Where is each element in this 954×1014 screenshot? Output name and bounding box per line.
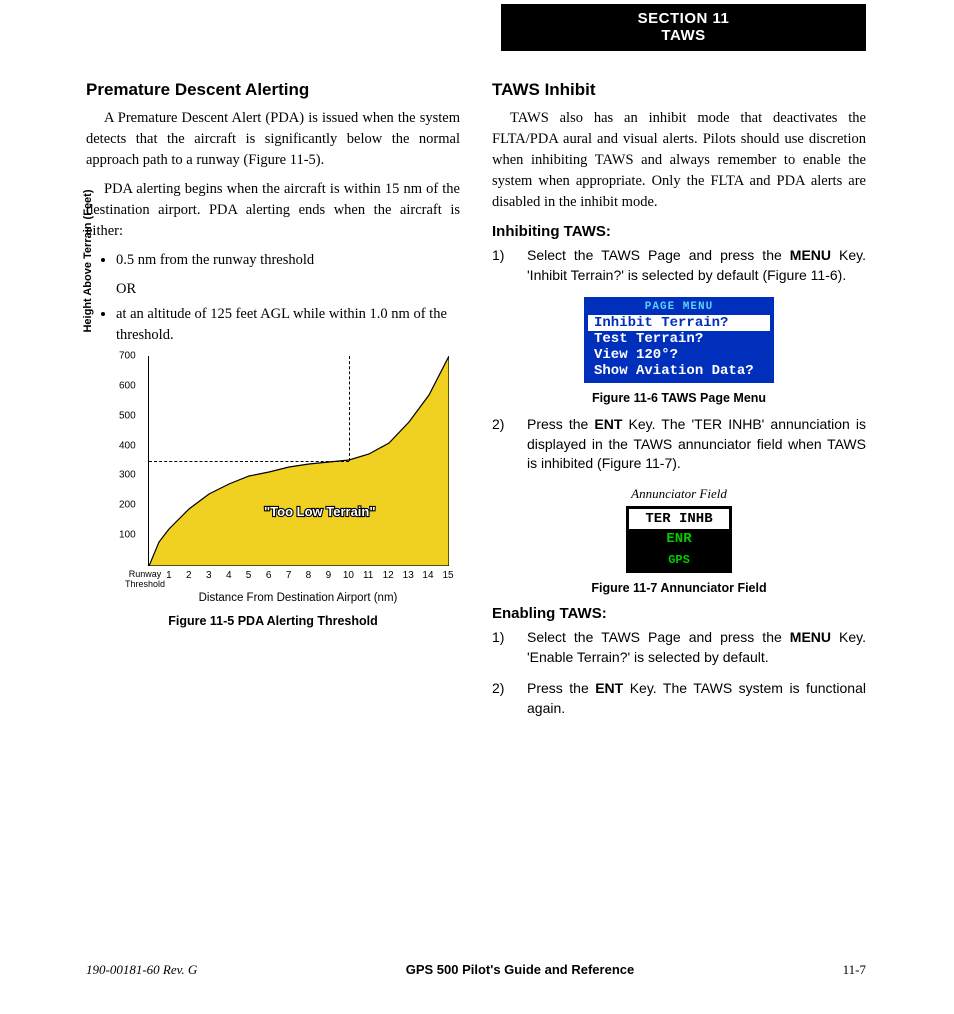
menu-item-test: Test Terrain? [588, 331, 770, 347]
menu-item-view: View 120°? [588, 347, 770, 363]
inhibit-step-2: 2) Press the ENT Key. The 'TER INHB' ann… [492, 415, 866, 474]
inhibit-steps: 1) Select the TAWS Page and press the ME… [492, 246, 866, 285]
heading-inhibit: TAWS Inhibit [492, 80, 866, 100]
section-title: TAWS [501, 27, 866, 44]
annunciator-box: TER INHB ENR GPS [626, 506, 732, 573]
footer-doc-id: 190-00181-60 Rev. G [86, 962, 197, 978]
inhibit-para: TAWS also has an inhibit mode that deact… [492, 108, 866, 213]
or-text: OR [116, 281, 460, 298]
annun-gps: GPS [629, 549, 729, 570]
chart-ylabel: Height Above Terrain (Feet) [82, 161, 94, 361]
inhibit-step-1: 1) Select the TAWS Page and press the ME… [492, 246, 866, 285]
heading-inhibiting: Inhibiting TAWS: [492, 223, 866, 240]
section-number: SECTION 11 [501, 10, 866, 27]
menu-title: PAGE MENU [588, 301, 770, 315]
pda-para-1: A Premature Descent Alert (PDA) is issue… [86, 108, 460, 171]
section-header: SECTION 11 TAWS [501, 4, 866, 51]
inhibit-steps-2: 2) Press the ENT Key. The 'TER INHB' ann… [492, 415, 866, 474]
bullet-1: 0.5 nm from the runway threshold [116, 250, 460, 271]
annunciator-label: Annunciator Field [492, 486, 866, 502]
footer-page-num: 11-7 [843, 962, 866, 978]
enable-step-1: 1) Select the TAWS Page and press the ME… [492, 628, 866, 667]
figure-11-6-menu: PAGE MENU Inhibit Terrain? Test Terrain?… [584, 297, 774, 383]
heading-pda: Premature Descent Alerting [86, 80, 460, 100]
dashed-line-v [349, 356, 350, 461]
pda-chart: Height Above Terrain (Feet) 700 600 500 … [86, 356, 460, 628]
menu-item-inhibit: Inhibit Terrain? [588, 315, 770, 331]
enable-step-2: 2) Press the ENT Key. The TAWS system is… [492, 679, 866, 718]
annun-ter-inhb: TER INHB [629, 509, 729, 529]
page-footer: 190-00181-60 Rev. G GPS 500 Pilot's Guid… [86, 962, 866, 978]
figure-11-7-caption: Figure 11-7 Annunciator Field [492, 581, 866, 595]
chart-plot-area: 700 600 500 400 300 200 100 1 2 3 4 5 6 … [148, 356, 448, 566]
enable-steps: 1) Select the TAWS Page and press the ME… [492, 628, 866, 718]
bullet-list: 0.5 nm from the runway threshold [116, 250, 460, 271]
chart-annotation: "Too Low Terrain" "Too Low Terrain" [264, 504, 376, 519]
dashed-line-h [149, 461, 349, 462]
bullet-list-2: at an altitude of 125 feet AGL while wit… [116, 304, 460, 346]
chart-xlabel: Distance From Destination Airport (nm) [148, 592, 448, 604]
left-column: Premature Descent Alerting A Premature D… [86, 80, 460, 730]
right-column: TAWS Inhibit TAWS also has an inhibit mo… [492, 80, 866, 730]
heading-enabling: Enabling TAWS: [492, 605, 866, 622]
page-content: Premature Descent Alerting A Premature D… [86, 80, 866, 730]
pda-para-2: PDA alerting begins when the aircraft is… [86, 179, 460, 242]
figure-11-6-caption: Figure 11-6 TAWS Page Menu [492, 391, 866, 405]
chart-origin-label: RunwayThreshold [122, 570, 168, 590]
figure-11-7-annunciator: Annunciator Field TER INHB ENR GPS [492, 486, 866, 573]
figure-11-5-caption: Figure 11-5 PDA Alerting Threshold [86, 614, 460, 628]
menu-item-aviation: Show Aviation Data? [588, 363, 770, 379]
annun-enr: ENR [629, 529, 729, 549]
footer-title: GPS 500 Pilot's Guide and Reference [406, 962, 635, 978]
bullet-2: at an altitude of 125 feet AGL while wit… [116, 304, 460, 346]
